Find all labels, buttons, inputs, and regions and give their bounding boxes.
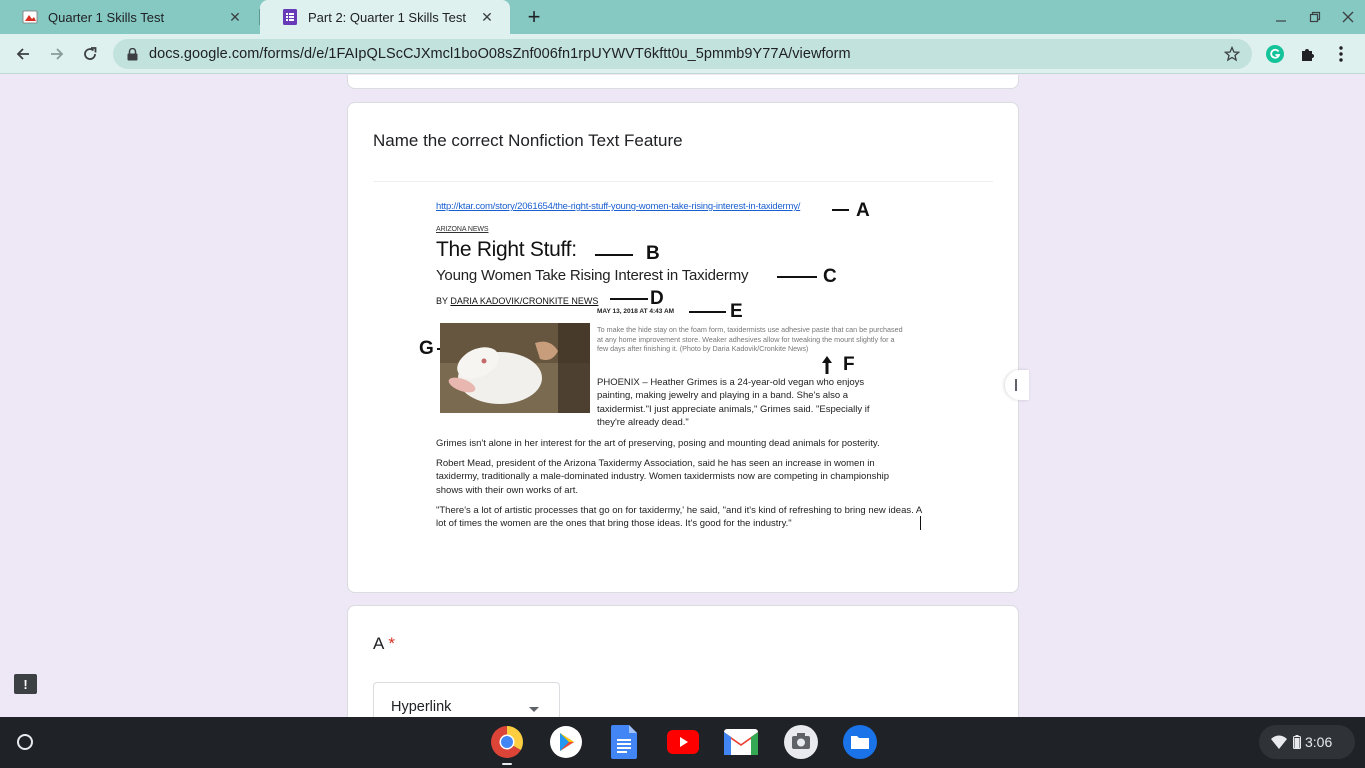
reload-icon[interactable] [78, 42, 102, 66]
label-line-e [689, 311, 726, 313]
tab-quarter-1-skills-test[interactable]: Quarter 1 Skills Test ✕ [0, 0, 258, 34]
label-b: B [646, 243, 660, 264]
play-store-icon[interactable] [548, 724, 584, 760]
report-feedback-icon[interactable]: ! [14, 674, 37, 694]
label-e: E [730, 301, 743, 322]
answer-question-title: A * [373, 634, 395, 654]
form-page[interactable]: Name the correct Nonfiction Text Feature… [0, 75, 1365, 717]
answer-label: A [373, 634, 385, 653]
grammarly-extension-icon[interactable] [1264, 43, 1286, 65]
divider [373, 181, 993, 182]
back-arrow-icon[interactable] [11, 42, 35, 66]
new-tab-plus-icon[interactable]: + [522, 4, 546, 29]
article-byline: BY DARIA KADOVIK/CRONKITE NEWS [436, 296, 598, 306]
label-a: A [856, 200, 870, 221]
label-line-a [832, 209, 849, 211]
clock-time: 3:06 [1305, 734, 1333, 750]
tab-title: Part 2: Quarter 1 Skills Test [308, 9, 466, 25]
article-subheading: Young Women Take Rising Interest in Taxi… [436, 267, 749, 284]
chrome-icon[interactable] [489, 724, 525, 760]
article-photo-rabbit [440, 323, 590, 413]
question-title: Name the correct Nonfiction Text Feature [373, 131, 683, 150]
extensions-puzzle-icon[interactable] [1297, 43, 1319, 65]
google-docs-icon[interactable] [606, 724, 642, 760]
restore-icon[interactable] [1306, 8, 1324, 26]
arrow-up-icon [822, 356, 832, 374]
dropdown-selected-value: Hyperlink [391, 699, 452, 715]
answer-dropdown[interactable]: Hyperlink [373, 682, 560, 717]
label-line-d [610, 298, 648, 300]
label-f: F [843, 354, 855, 375]
byline-author: DARIA KADOVIK/CRONKITE NEWS [450, 296, 599, 306]
address-bar[interactable]: docs.google.com/forms/d/e/1FAIpQLScCJXmc… [113, 39, 1252, 69]
camera-icon[interactable] [783, 724, 819, 760]
battery-icon [1293, 735, 1301, 749]
dropdown-caret-icon [529, 707, 539, 712]
tab-strip: Quarter 1 Skills Test ✕ Part 2: Quarter … [0, 0, 1365, 34]
close-tab-icon[interactable]: ✕ [478, 8, 496, 26]
photo-caption: To make the hide stay on the foam form, … [597, 325, 903, 353]
youtube-icon[interactable] [665, 724, 701, 760]
answer-card: A * Hyperlink [347, 605, 1019, 717]
article-paragraph: "There's a lot of artistic processes tha… [436, 505, 922, 530]
image-scroll-handle[interactable] [1005, 370, 1029, 400]
launcher-icon[interactable] [9, 726, 41, 758]
forward-arrow-icon[interactable] [45, 42, 69, 66]
bookmark-star-icon[interactable] [1222, 44, 1242, 64]
tab-part-2-quarter-1-skills-test[interactable]: Part 2: Quarter 1 Skills Test ✕ [260, 0, 510, 34]
label-g: G [419, 338, 434, 359]
question-card: Name the correct Nonfiction Text Feature… [347, 102, 1029, 593]
url-text: docs.google.com/forms/d/e/1FAIpQLScCJXmc… [149, 46, 851, 62]
close-window-icon[interactable] [1339, 8, 1357, 26]
required-asterisk: * [388, 634, 395, 653]
article-lead-paragraph: PHOENIX – Heather Grimes is a 24-year-ol… [597, 377, 870, 428]
browser-toolbar: docs.google.com/forms/d/e/1FAIpQLScCJXmc… [0, 34, 1365, 74]
lock-icon[interactable] [125, 47, 139, 61]
wifi-icon [1271, 735, 1287, 749]
gmail-icon[interactable] [723, 724, 759, 760]
article-hyperlink: http://ktar.com/story/2061654/the-right-… [436, 201, 801, 212]
article-image: http://ktar.com/story/2061654/the-right-… [373, 188, 1029, 568]
label-c: C [823, 266, 837, 287]
close-tab-icon[interactable]: ✕ [226, 8, 244, 26]
byline-prefix: BY [436, 296, 448, 306]
files-icon[interactable] [842, 724, 878, 760]
article-dateline: MAY 13, 2018 AT 4:43 AM [597, 308, 675, 315]
minimize-icon[interactable] [1272, 8, 1290, 26]
active-app-indicator [502, 763, 512, 765]
text-cursor [920, 516, 921, 530]
label-line-b [595, 254, 633, 256]
previous-card [347, 75, 1019, 89]
status-tray[interactable]: 3:06 [1259, 725, 1355, 759]
forms-favicon-icon [282, 9, 298, 25]
more-menu-icon[interactable] [1330, 43, 1352, 65]
article-section-tag: ARIZONA NEWS [436, 226, 489, 233]
article-paragraph: Robert Mead, president of the Arizona Ta… [436, 458, 890, 496]
chromeos-shelf: 3:06 [0, 717, 1365, 768]
tab-title: Quarter 1 Skills Test [48, 9, 165, 25]
article-paragraph: Grimes isn't alone in her interest for t… [436, 438, 880, 449]
article-headline: The Right Stuff: [436, 238, 577, 261]
label-line-c [777, 276, 817, 278]
slides-favicon-icon [22, 9, 38, 25]
label-d: D [650, 288, 664, 309]
